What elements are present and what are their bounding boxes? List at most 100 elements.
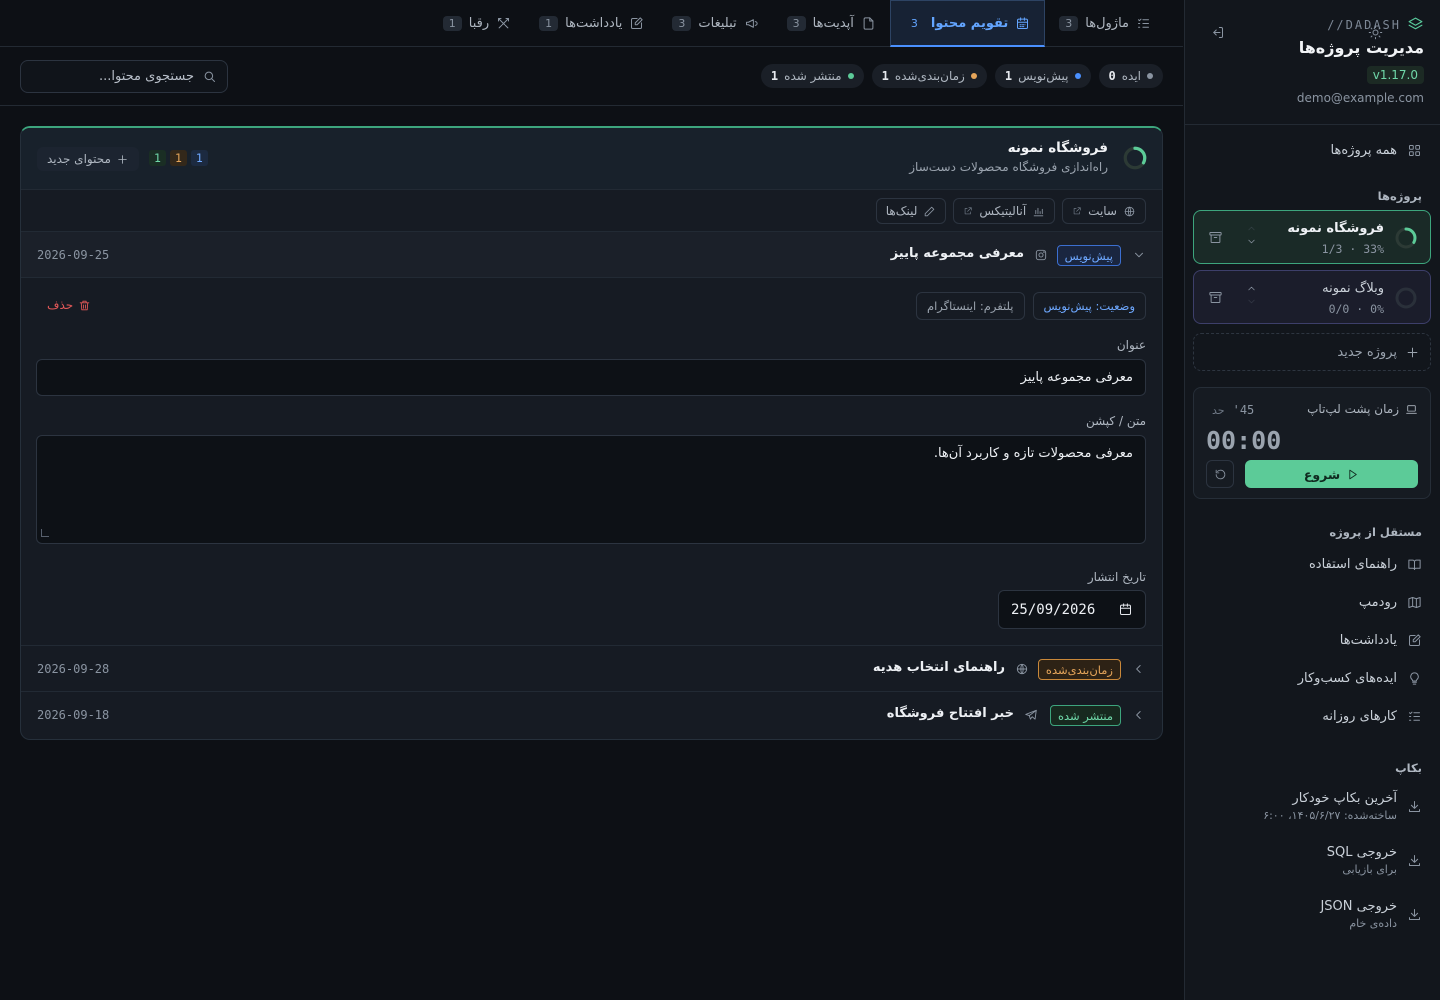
status-badge: منتشر شده [1049,705,1121,726]
resize-handle[interactable] [41,529,49,537]
search-icon [204,71,215,82]
chevron-up-icon[interactable] [1246,223,1257,234]
guide-link[interactable]: راهنمای استفاده [1309,553,1422,575]
map-icon [1408,596,1421,608]
telegram-icon [1025,709,1037,720]
user-email: demo@example.com [1296,91,1424,105]
archive-icon[interactable] [1208,290,1223,305]
reorder-arrows[interactable] [1246,223,1257,247]
publish-date-input[interactable]: 25/09/2026 [998,590,1146,629]
platform-chip[interactable]: پلتفرم: اینستاگرام [915,292,1025,320]
laptop-icon [1406,404,1417,414]
filter-draft[interactable]: پیش‌نویس 1 [994,64,1091,88]
sql-export-item[interactable]: خروجی SQL برای بازیابی [1200,845,1422,876]
auto-backup-item[interactable]: آخرین بکاپ خودکار ساخته‌شده: ۱۴۰۵/۶/۲۷، … [1200,791,1422,822]
calendar-icon[interactable] [1118,602,1133,617]
reorder-arrows[interactable] [1246,283,1257,307]
search-input[interactable] [34,69,194,84]
filter-scheduled[interactable]: زمان‌بندی‌شده 1 [871,64,987,88]
book-icon [1408,559,1421,570]
content-title: راهنمای انتخاب هدیه [872,660,1005,675]
json-export-item[interactable]: خروجی JSON داده‌ی خام [1200,899,1422,930]
draft-count: 1 [190,150,208,166]
trash-icon [79,300,90,310]
tab-notes[interactable]: یادداشت‌ها 1 [525,0,658,47]
edit-links-button[interactable]: لینک‌ها [875,198,947,224]
calendar-icon [1017,16,1029,29]
project-card-1[interactable]: فروشگاه نمونه 1/3 · 33% [1193,210,1431,264]
timer-reset-button[interactable] [1206,460,1234,488]
backup-subtitle: داده‌ی خام [1349,917,1397,930]
archive-icon[interactable] [1208,230,1223,245]
search-box [20,60,228,93]
backup-title: خروجی SQL [1326,845,1397,860]
plus-icon [1407,347,1418,357]
note-edit-icon [631,17,644,29]
filter-idea[interactable]: ایده 0 [1098,64,1163,88]
list-check-icon [1409,711,1420,721]
project-content-panel: فروشگاه نمونه راه‌اندازی فروشگاه محصولات… [20,126,1163,740]
tab-ads[interactable]: تبلیغات 3 [658,0,772,47]
tab-content-calendar[interactable]: تقویم محتوا 3 [889,0,1046,47]
globe-icon [1016,663,1028,675]
swords-icon [498,18,510,29]
all-projects-link[interactable]: همه پروژه‌ها [1200,140,1422,160]
logout-button[interactable] [1207,22,1227,42]
content-date: 2026-09-25 [37,248,110,262]
tab-count: 1 [442,16,462,31]
grid-icon [1409,144,1420,156]
project-links: سایت آنالیتیکس لینک‌ها [21,190,1162,232]
analytics-link[interactable]: آنالیتیکس [953,198,1056,224]
notes-link[interactable]: یادداشت‌ها [1340,629,1422,651]
content-item-row[interactable]: پیش‌نویس معرفی مجموعه پاییز 2026-09-25 [21,232,1162,278]
tab-updates[interactable]: آپدیت‌ها 3 [773,0,890,47]
theme-toggle-button[interactable] [1365,22,1385,42]
new-content-button[interactable]: محتوای جدید [37,147,139,171]
lightbulb-icon [1410,671,1419,685]
chevron-down-icon[interactable] [1246,236,1257,247]
project-header: فروشگاه نمونه راه‌اندازی فروشگاه محصولات… [21,128,1162,190]
backup-section-label: بکاپ [1395,761,1422,775]
tab-count: 3 [672,16,692,31]
file-icon [863,17,874,30]
status-counts: 1 1 1 [149,150,208,166]
project-card-2[interactable]: وبلاگ نمونه 0/0 · 0% [1193,270,1431,324]
chevron-left-icon[interactable] [1132,662,1146,676]
external-link-icon [1073,207,1081,215]
version-badge: v1.17.0 [1366,66,1424,84]
meta-chips: وضعیت: پیش‌نویس پلتفرم: اینستاگرام [915,292,1146,320]
chevron-up-icon[interactable] [1246,283,1257,294]
chevron-left-icon[interactable] [1132,708,1146,722]
filter-published[interactable]: منتشر شده 1 [760,64,864,88]
new-project-button[interactable]: پروژه جدید [1193,333,1431,371]
project-title: فروشگاه نمونه [1007,140,1108,156]
progress-ring [1395,287,1417,309]
tab-modules[interactable]: ماژول‌ها 3 [1045,0,1165,47]
content-item-row[interactable]: زمان‌بندی‌شده راهنمای انتخاب هدیه 2026-0… [21,646,1162,692]
project-subtitle: راه‌اندازی فروشگاه محصولات دست‌ساز [909,160,1108,174]
content-item-row[interactable]: منتشر شده خبر افتتاح فروشگاه 2026-09-18 [21,692,1162,738]
globe-icon [1124,206,1135,216]
project-name: فروشگاه نمونه [1287,221,1384,236]
project-meta: 0/0 · 0% [1328,302,1384,316]
daily-tasks-link[interactable]: کارهای روزانه [1322,705,1422,727]
status-badge: پیش‌نویس [1056,245,1121,266]
timer-start-button[interactable]: شروع [1245,460,1418,488]
business-ideas-link[interactable]: ایده‌های کسب‌وکار [1298,667,1422,689]
chevron-down-icon[interactable] [1132,248,1146,262]
laptop-timer: زمان پشت لپ‌تاپ 45' حد 00:00 شروع [1193,387,1431,499]
status-dot [1147,73,1153,79]
caption-textarea[interactable]: معرفی محصولات تازه و کاربرد آن‌ها. [36,435,1146,544]
roadmap-link[interactable]: رودمپ [1359,591,1422,613]
plus-icon [118,154,127,164]
sidebar: //DADASH مدیریت پروژه‌ها v1.17.0 demo@ex… [1184,0,1440,1000]
chevron-down-icon[interactable] [1246,296,1257,307]
delete-button[interactable]: حذف [47,298,91,312]
scheduled-count: 1 [169,150,187,166]
title-input[interactable] [36,359,1146,396]
status-chip[interactable]: وضعیت: پیش‌نویس [1032,292,1146,320]
site-link[interactable]: سایت [1062,198,1146,224]
logout-icon [1212,26,1223,38]
note-edit-icon [1409,633,1421,646]
tab-competitors[interactable]: رقبا 1 [429,0,525,47]
